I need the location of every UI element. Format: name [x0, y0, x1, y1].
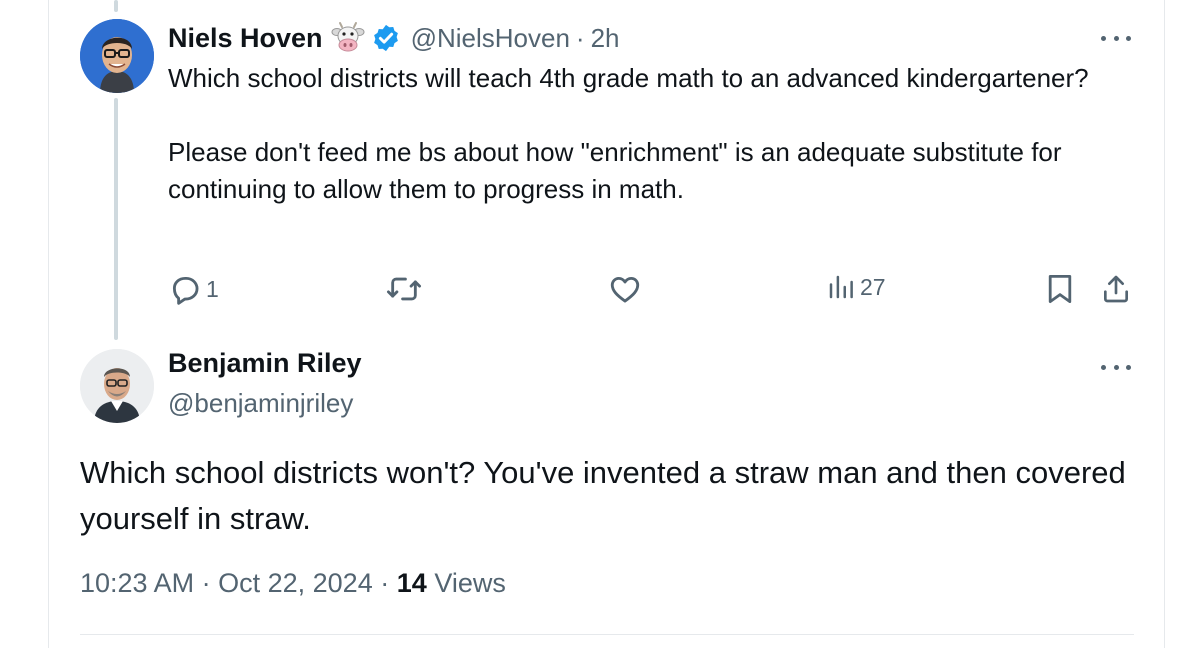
tweet-timestamp[interactable]: 2h	[591, 23, 620, 54]
reply-body: Which school districts won't? You've inv…	[80, 455, 1126, 536]
thread-connector-top	[114, 0, 118, 12]
verified-badge-icon[interactable]	[371, 23, 401, 53]
separator-dot: ·	[201, 568, 211, 598]
view-count: 27	[860, 273, 886, 300]
share-icon	[1104, 275, 1128, 303]
cow-face-icon	[331, 22, 365, 52]
separator-dot: ·	[575, 22, 585, 53]
tweet-body: Which school districts will teach 4th gr…	[168, 60, 1148, 208]
timeline-left-border	[48, 0, 49, 648]
more-options-icon[interactable]	[1101, 33, 1131, 43]
reply-author-handle[interactable]: @benjaminjriley	[168, 388, 353, 419]
tweet-actions-bar: 1 27	[0, 270, 1200, 310]
avatar-benjamin-riley[interactable]	[80, 349, 154, 423]
timeline-right-border	[1164, 0, 1165, 648]
views-chart-icon	[829, 275, 853, 299]
reply-date[interactable]: Oct 22, 2024	[218, 568, 373, 598]
reply-author-name[interactable]: Benjamin Riley	[168, 348, 362, 379]
tweet-header: Niels Hoven @NielsHoven · 2h	[168, 16, 620, 60]
reply-view-count: 14	[396, 568, 427, 598]
retweet-button[interactable]	[385, 272, 423, 306]
views-button[interactable]: 27	[826, 272, 886, 302]
bookmark-icon	[1048, 275, 1072, 303]
share-button[interactable]	[1100, 272, 1132, 306]
heart-icon	[610, 276, 640, 303]
tweet-metadata: 10:23 AM · Oct 22, 2024 · 14 Views	[80, 568, 506, 599]
author-name[interactable]: Niels Hoven	[168, 23, 323, 54]
reply-count: 1	[206, 275, 219, 302]
like-button[interactable]	[608, 272, 642, 306]
author-handle[interactable]: @NielsHoven	[411, 23, 570, 54]
tweet-paragraph: Please don't feed me bs about how "enric…	[168, 137, 1062, 204]
bookmark-button[interactable]	[1046, 272, 1074, 306]
reply-button[interactable]: 1	[168, 272, 219, 306]
avatar-niels-hoven[interactable]	[80, 19, 154, 93]
more-options-icon[interactable]	[1101, 362, 1131, 372]
reply-icon	[172, 276, 199, 305]
tweet-paragraph: Which school districts will teach 4th gr…	[168, 63, 1089, 93]
views-label: Views	[434, 568, 506, 598]
reply-time[interactable]: 10:23 AM	[80, 568, 194, 598]
retweet-icon	[386, 277, 421, 301]
divider	[80, 634, 1134, 635]
separator-dot: ·	[380, 568, 390, 598]
